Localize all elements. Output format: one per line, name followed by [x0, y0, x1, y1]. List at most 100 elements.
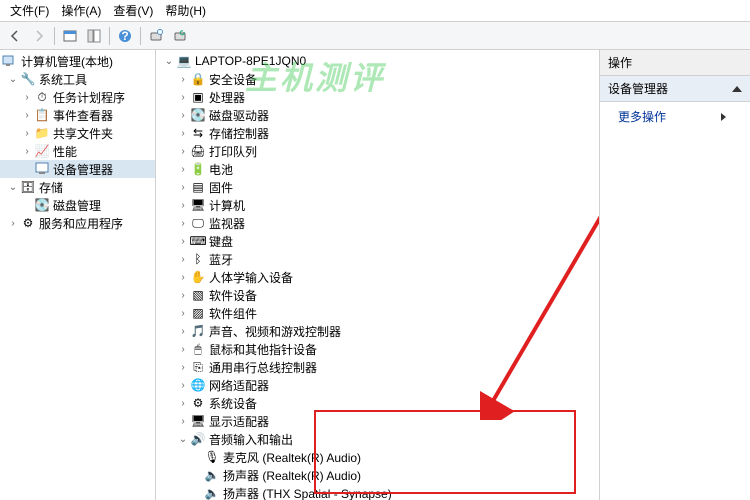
expand-icon[interactable]: › — [176, 254, 190, 265]
tree-system-tools[interactable]: ⌄ 🔧 系统工具 — [0, 70, 155, 88]
device-cat-sound[interactable]: ›🎵声音、视频和游戏控制器 — [156, 322, 599, 340]
device-cat-comp[interactable]: ›🖥计算机 — [156, 196, 599, 214]
actions-section-devmgr[interactable]: 设备管理器 — [600, 76, 750, 102]
expand-icon[interactable]: › — [176, 398, 190, 409]
tree-task-scheduler[interactable]: ›⏱任务计划程序 — [0, 88, 155, 106]
laptop-icon: 💻 — [176, 53, 192, 69]
tree-shared-folders[interactable]: ›📁共享文件夹 — [0, 124, 155, 142]
swdev-icon: ▧ — [190, 287, 206, 303]
show-hide-button[interactable] — [83, 25, 105, 47]
audio-device-1[interactable]: 🔈扬声器 (Realtek(R) Audio) — [156, 466, 599, 484]
scan-hw-button[interactable] — [145, 25, 167, 47]
expand-icon[interactable]: › — [176, 74, 190, 85]
tree-event-viewer[interactable]: ›📋事件查看器 — [0, 106, 155, 124]
bat-icon: 🔋 — [190, 161, 206, 177]
collapse-icon[interactable]: ⌄ — [176, 434, 190, 445]
mouse-icon: 🖱 — [190, 341, 206, 357]
help-button[interactable]: ? — [114, 25, 136, 47]
menu-view[interactable]: 查看(V) — [107, 0, 159, 21]
tree-device-manager[interactable]: 设备管理器 — [0, 160, 155, 178]
diskdrv-icon: 💽 — [190, 107, 206, 123]
device-cat-bt[interactable]: ›ᛒ蓝牙 — [156, 250, 599, 268]
nav-fwd-button[interactable] — [28, 25, 50, 47]
device-cat-usb[interactable]: ›⎘通用串行总线控制器 — [156, 358, 599, 376]
hid-icon: ✋ — [190, 269, 206, 285]
left-tree-panel: 计算机管理(本地) ⌄ 🔧 系统工具 ›⏱任务计划程序 ›📋事件查看器 ›📁共享… — [0, 50, 156, 500]
audio-device-2[interactable]: 🔈扬声器 (THX Spatial - Synapse) — [156, 484, 599, 500]
expand-icon[interactable]: › — [176, 218, 190, 229]
expand-icon[interactable]: › — [176, 326, 190, 337]
expand-icon[interactable]: › — [176, 344, 190, 355]
clock-icon: ⏱ — [34, 89, 50, 105]
device-cat-hid[interactable]: ›✋人体学输入设备 — [156, 268, 599, 286]
expand-icon[interactable]: › — [176, 164, 190, 175]
expand-icon[interactable]: › — [176, 146, 190, 157]
device-cat-fw[interactable]: ›▤固件 — [156, 178, 599, 196]
tree-performance[interactable]: ›📈性能 — [0, 142, 155, 160]
device-cat-disp[interactable]: ›🖥显示适配器 — [156, 412, 599, 430]
nav-back-button[interactable] — [4, 25, 26, 47]
device-cat-diskdrv[interactable]: ›💽磁盘驱动器 — [156, 106, 599, 124]
device-cat-cpu[interactable]: ›▣处理器 — [156, 88, 599, 106]
mon-icon: 🖵 — [190, 215, 206, 231]
expand-icon[interactable]: › — [176, 128, 190, 139]
expand-icon[interactable]: › — [176, 182, 190, 193]
expand-icon[interactable]: › — [20, 128, 34, 139]
device-cat-mouse[interactable]: ›🖱鼠标和其他指针设备 — [156, 340, 599, 358]
tree-storage[interactable]: ⌄🗄存储 — [0, 178, 155, 196]
expand-icon[interactable]: › — [176, 92, 190, 103]
audio-io-icon: 🔊 — [190, 431, 206, 447]
expand-icon[interactable]: › — [176, 380, 190, 391]
device-cat-audio-io[interactable]: ⌄ 🔊 音频输入和输出 — [156, 430, 599, 448]
expand-icon[interactable]: › — [176, 110, 190, 121]
expand-icon[interactable]: › — [176, 272, 190, 283]
refresh-button[interactable] — [169, 25, 191, 47]
properties-button[interactable] — [59, 25, 81, 47]
device-cat-swcomp[interactable]: ›▨软件组件 — [156, 304, 599, 322]
expand-icon[interactable]: › — [20, 110, 34, 121]
collapse-icon[interactable]: ⌄ — [6, 182, 20, 193]
device-root[interactable]: ⌄ 💻 LAPTOP-8PE1JQN0 — [156, 52, 599, 70]
collapse-icon — [732, 86, 742, 92]
menu-action[interactable]: 操作(A) — [55, 0, 107, 21]
device-cat-net[interactable]: ›🌐网络适配器 — [156, 376, 599, 394]
swcomp-icon: ▨ — [190, 305, 206, 321]
collapse-icon[interactable]: ⌄ — [6, 74, 20, 85]
services-icon: ⚙ — [20, 215, 36, 231]
device-cat-bat[interactable]: ›🔋电池 — [156, 160, 599, 178]
sec-icon: 🔒 — [190, 71, 206, 87]
expand-icon[interactable]: › — [6, 218, 20, 229]
expand-icon[interactable]: › — [176, 308, 190, 319]
tree-services-apps[interactable]: ›⚙服务和应用程序 — [0, 214, 155, 232]
tree-root-computer-mgmt[interactable]: 计算机管理(本地) — [0, 52, 155, 70]
actions-header: 操作 — [600, 50, 750, 76]
expand-icon[interactable]: › — [176, 416, 190, 427]
device-cat-sec[interactable]: ›🔒安全设备 — [156, 70, 599, 88]
device-cat-mon[interactable]: ›🖵监视器 — [156, 214, 599, 232]
tree-disk-mgmt[interactable]: 💽磁盘管理 — [0, 196, 155, 214]
perf-icon: 📈 — [34, 143, 50, 159]
speaker-icon: 🔈 — [204, 485, 220, 500]
menubar: 文件(F) 操作(A) 查看(V) 帮助(H) — [0, 0, 750, 22]
expand-icon[interactable]: › — [176, 236, 190, 247]
usb-icon: ⎘ — [190, 359, 206, 375]
expand-icon[interactable]: › — [20, 92, 34, 103]
computer-mgmt-icon — [2, 53, 18, 69]
expand-icon[interactable]: › — [176, 290, 190, 301]
more-actions-link[interactable]: 更多操作 — [600, 102, 750, 131]
expand-icon[interactable]: › — [20, 146, 34, 157]
collapse-icon[interactable]: ⌄ — [162, 56, 176, 67]
expand-icon[interactable]: › — [176, 362, 190, 373]
menu-file[interactable]: 文件(F) — [4, 0, 55, 21]
device-cat-printq[interactable]: ›🖨打印队列 — [156, 142, 599, 160]
menu-help[interactable]: 帮助(H) — [159, 0, 212, 21]
device-cat-sysdev[interactable]: ›⚙系统设备 — [156, 394, 599, 412]
device-cat-swdev[interactable]: ›▧软件设备 — [156, 286, 599, 304]
svg-text:?: ? — [121, 29, 128, 43]
audio-device-0[interactable]: 🎙麦克风 (Realtek(R) Audio) — [156, 448, 599, 466]
cpu-icon: ▣ — [190, 89, 206, 105]
device-cat-storctl[interactable]: ›⇆存储控制器 — [156, 124, 599, 142]
net-icon: 🌐 — [190, 377, 206, 393]
expand-icon[interactable]: › — [176, 200, 190, 211]
device-cat-kbd[interactable]: ›⌨键盘 — [156, 232, 599, 250]
